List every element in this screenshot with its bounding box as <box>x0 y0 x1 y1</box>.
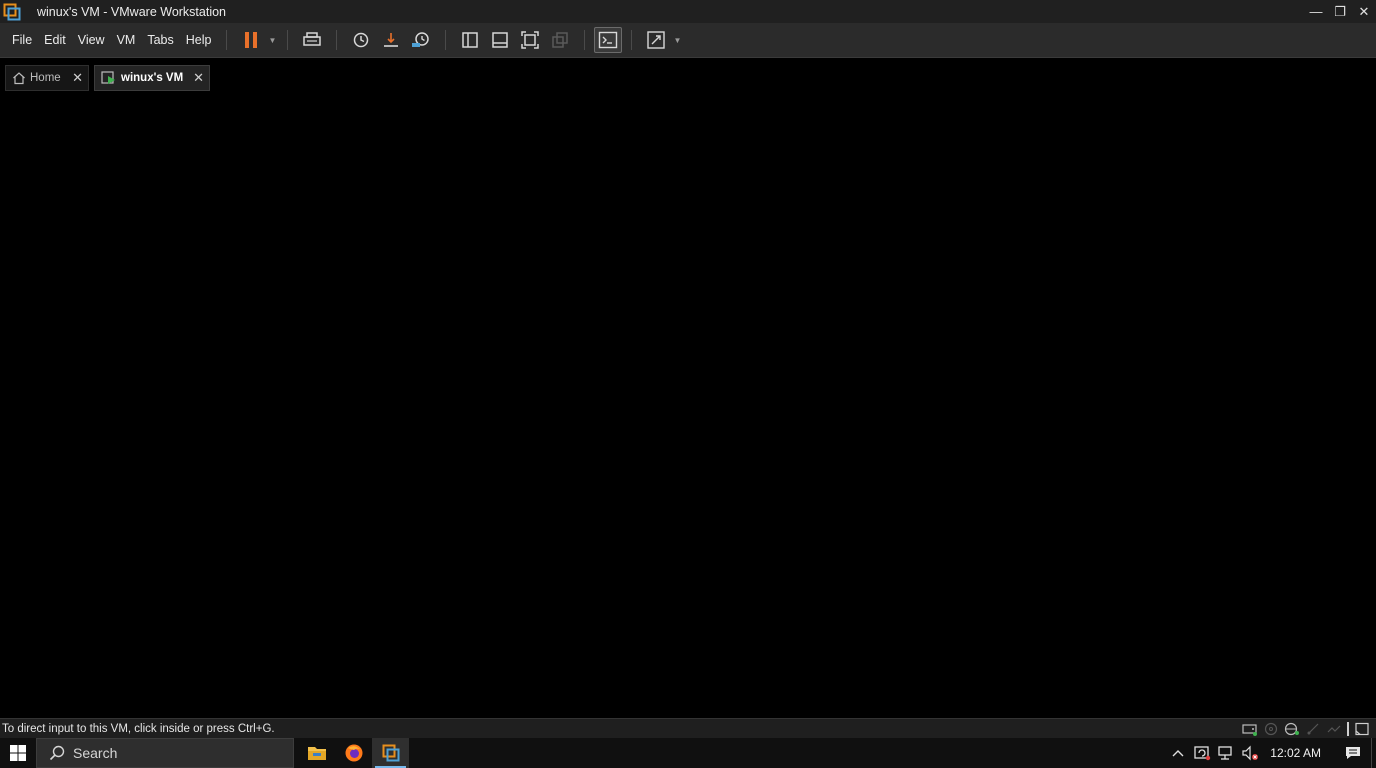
tab-winux-vm[interactable]: winux's VM ✕ <box>94 65 210 91</box>
snapshot-icon[interactable] <box>346 25 376 55</box>
taskbar-search-box[interactable]: Search <box>36 738 294 768</box>
window-controls: — ❐ ✕ <box>1304 0 1376 23</box>
menu-tabs[interactable]: Tabs <box>141 23 179 58</box>
window-title: winux's VM - VMware Workstation <box>37 4 227 19</box>
vmware-app-icon <box>3 3 21 21</box>
file-explorer-icon[interactable] <box>298 738 335 768</box>
vmware-tray-icon[interactable] <box>1190 738 1214 768</box>
menu-help[interactable]: Help <box>180 23 218 58</box>
close-icon[interactable]: ✕ <box>72 70 83 86</box>
tab-home-label: Home <box>30 72 61 84</box>
title-bar: winux's VM - VMware Workstation — ❐ ✕ <box>0 0 1376 23</box>
thumbnail-bar-icon[interactable] <box>485 25 515 55</box>
notifications-icon[interactable] <box>1335 738 1371 768</box>
network-adapter-icon[interactable] <box>1284 721 1300 737</box>
taskbar-clock[interactable]: 12:02 AM <box>1270 746 1321 760</box>
home-icon <box>12 71 26 85</box>
console-view-icon[interactable] <box>594 27 623 53</box>
toolbar-divider <box>584 30 586 50</box>
status-message: To direct input to this VM, click inside… <box>2 722 275 735</box>
search-icon <box>49 745 65 761</box>
network-icon[interactable] <box>1214 738 1238 768</box>
pause-icon[interactable] <box>236 25 266 55</box>
maximize-button[interactable]: ❐ <box>1328 0 1352 23</box>
hard-disk-icon[interactable] <box>1242 721 1258 737</box>
vm-console-screen[interactable] <box>0 95 1376 718</box>
windows-taskbar: Search 12:02 AM <box>0 738 1376 768</box>
toolbar-divider <box>287 30 289 50</box>
tab-bar: Home ✕ winux's VM ✕ <box>0 58 1376 95</box>
close-icon[interactable]: ✕ <box>193 70 204 86</box>
show-library-icon[interactable] <box>455 25 485 55</box>
menu-vm[interactable]: VM <box>111 23 142 58</box>
toolbar-divider <box>445 30 447 50</box>
status-bar: To direct input to this VM, click inside… <box>0 718 1376 738</box>
device-status-icons <box>1242 721 1370 737</box>
search-label: Search <box>73 745 118 761</box>
windows-start-icon[interactable] <box>0 738 36 768</box>
menu-file[interactable]: File <box>6 23 38 58</box>
tab-vm-label: winux's VM <box>121 72 184 84</box>
vmware-workstation-icon[interactable] <box>372 738 409 768</box>
volume-muted-icon[interactable] <box>1238 738 1262 768</box>
unity-icon[interactable] <box>545 25 575 55</box>
sound-card-icon[interactable] <box>1326 721 1342 737</box>
power-dropdown-chevron-icon[interactable]: ▼ <box>266 25 278 55</box>
snapshot-manager-icon[interactable] <box>406 25 436 55</box>
stretch-guest-icon[interactable] <box>641 25 671 55</box>
status-divider <box>1347 722 1349 736</box>
firefox-icon[interactable] <box>335 738 372 768</box>
toolbar-divider <box>631 30 633 50</box>
show-desktop-button[interactable] <box>1371 738 1376 768</box>
revert-snapshot-icon[interactable] <box>376 25 406 55</box>
usb-icon[interactable] <box>1305 721 1321 737</box>
tab-home[interactable]: Home ✕ <box>5 65 89 91</box>
chevron-up-icon[interactable] <box>1166 738 1190 768</box>
menu-edit[interactable]: Edit <box>38 23 72 58</box>
close-window-button[interactable]: ✕ <box>1352 0 1376 23</box>
system-tray: 12:02 AM <box>1166 738 1376 768</box>
menu-view[interactable]: View <box>72 23 111 58</box>
vm-running-icon <box>101 71 117 85</box>
toolbar-divider <box>336 30 338 50</box>
message-log-icon[interactable] <box>1354 721 1370 737</box>
send-ctrl-alt-del-icon[interactable] <box>297 25 327 55</box>
menu-toolbar: File Edit View VM Tabs Help ▼ ▼ <box>0 23 1376 58</box>
full-screen-icon[interactable] <box>515 25 545 55</box>
stretch-dropdown-chevron-icon[interactable]: ▼ <box>671 25 683 55</box>
toolbar-divider <box>226 30 228 50</box>
cd-dvd-icon[interactable] <box>1263 721 1279 737</box>
minimize-button[interactable]: — <box>1304 0 1328 23</box>
